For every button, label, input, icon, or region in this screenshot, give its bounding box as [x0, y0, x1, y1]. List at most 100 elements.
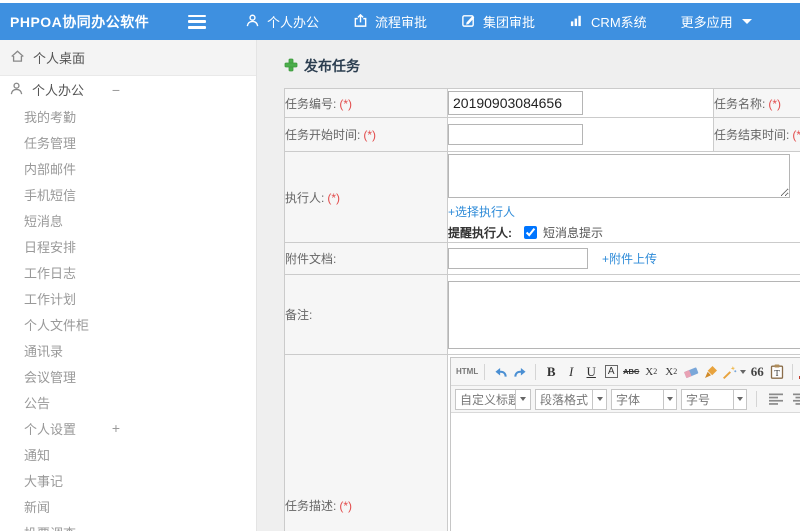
sidebar-item-news[interactable]: 新闻 — [0, 493, 256, 519]
submit-approval-icon — [353, 13, 368, 31]
sidebar-item-desktop[interactable]: 个人桌面 — [0, 40, 256, 76]
topbar: PHPOA协同办公软件 个人办公 流程审批 集团审批 CRM系统 更多应用 — [0, 3, 800, 40]
sidebar-item-attendance[interactable]: 我的考勤 — [0, 103, 256, 129]
undo-icon[interactable] — [491, 362, 509, 382]
sidebar-item-label: 工作日志 — [24, 265, 77, 281]
app-brand: PHPOA协同办公软件 — [10, 13, 150, 30]
align-center-icon[interactable] — [791, 389, 800, 409]
format-painter-icon[interactable] — [702, 362, 720, 382]
sidebar-item-label: 会议管理 — [24, 369, 77, 385]
executor-label: 执行人: (*) — [284, 151, 448, 243]
sidebar-item-label: 工作计划 — [24, 291, 77, 307]
sidebar-item-announcement[interactable]: 公告 — [0, 389, 256, 415]
executor-textarea[interactable] — [448, 153, 790, 198]
svg-text:T: T — [775, 369, 781, 378]
sidebar-item-partial[interactable]: 投票调查 — [0, 519, 256, 531]
remark-label: 备注: — [284, 274, 448, 355]
sidebar: 个人桌面 个人办公 − 我的考勤 任务管理 内部邮件 手机短信 短消息 日程安排… — [0, 40, 257, 531]
sidebar-item-schedule[interactable]: 日程安排 — [0, 233, 256, 259]
main-content: 发布任务 任务编号:(*) 任务名称:(*) 任务开始时间:(*) 任务结束时间… — [257, 40, 800, 531]
attachment-upload-link[interactable]: +附件上传 — [602, 250, 657, 267]
caret-down-icon — [592, 389, 606, 409]
sidebar-item-label: 个人办公 — [32, 83, 85, 98]
sidebar-item-file-cabinet[interactable]: 个人文件柜 — [0, 311, 256, 337]
topnav-item-crm[interactable]: CRM系统 — [552, 3, 664, 40]
sidebar-item-label: 投票调查 — [24, 523, 76, 531]
sidebar-item-memorabilia[interactable]: 大事记 — [0, 467, 256, 493]
sidebar-item-personal-settings[interactable]: 个人设置 + — [0, 415, 256, 441]
plus-icon — [284, 58, 298, 75]
topnav-label: 流程审批 — [375, 15, 428, 30]
editor-toolbar-row2: 自定义标题 段落格式 字体 字号 — [451, 386, 800, 413]
collapse-icon[interactable]: − — [108, 76, 124, 103]
caret-down-icon — [663, 389, 676, 409]
superscript-button[interactable]: X2 — [642, 362, 660, 382]
eraser-icon[interactable] — [682, 362, 700, 382]
sidebar-item-meeting[interactable]: 会议管理 — [0, 363, 256, 389]
italic-button[interactable]: I — [562, 362, 580, 382]
remark-textarea[interactable] — [448, 280, 800, 349]
sidebar-item-short-message[interactable]: 短消息 — [0, 207, 256, 233]
sidebar-item-label: 大事记 — [24, 473, 64, 489]
html-source-button[interactable]: HTML — [456, 362, 478, 382]
page-title: 发布任务 — [284, 54, 800, 78]
font-frame-button[interactable]: A — [602, 362, 620, 382]
paste-as-text-icon[interactable]: T — [768, 362, 786, 382]
paragraph-format-dropdown[interactable]: 段落格式 — [535, 388, 607, 410]
task-name-label: 任务名称: (*) — [713, 88, 800, 118]
sms-remind-text: 短消息提示 — [543, 225, 604, 240]
subscript-button[interactable]: X2 — [662, 362, 680, 382]
sidebar-item-label: 日程安排 — [24, 239, 77, 255]
topnav-label: 集团审批 — [483, 15, 536, 30]
sidebar-item-label: 内部邮件 — [24, 161, 77, 177]
topnav-item-group-approval[interactable]: 集团审批 — [444, 3, 552, 40]
underline-button[interactable]: U — [582, 362, 600, 382]
user-icon — [9, 81, 24, 99]
topnav-item-personal-office[interactable]: 个人办公 — [228, 3, 336, 40]
sidebar-item-contacts[interactable]: 通讯录 — [0, 337, 256, 363]
sidebar-item-label: 手机短信 — [24, 187, 77, 203]
select-executor-link[interactable]: +选择执行人 — [448, 205, 515, 219]
strikethrough-button[interactable]: ABC — [622, 362, 640, 382]
custom-title-dropdown[interactable]: 自定义标题 — [455, 388, 531, 410]
sidebar-item-internal-mail[interactable]: 内部邮件 — [0, 155, 256, 181]
user-icon — [245, 13, 260, 31]
font-family-dropdown[interactable]: 字体 — [611, 388, 677, 410]
font-size-dropdown[interactable]: 字号 — [681, 388, 747, 410]
sidebar-item-label: 任务管理 — [24, 135, 77, 151]
sidebar-item-task-management[interactable]: 任务管理 — [0, 129, 256, 155]
sidebar-item-mobile-sms[interactable]: 手机短信 — [0, 181, 256, 207]
caret-down-icon — [741, 19, 752, 24]
attachment-label: 附件文档: — [284, 242, 448, 275]
task-no-label: 任务编号: (*) — [284, 88, 448, 118]
editor-content-area[interactable] — [451, 413, 800, 531]
magic-wand-icon[interactable] — [722, 362, 747, 382]
sidebar-item-label: 通讯录 — [24, 343, 64, 359]
blockquote-button[interactable]: 66 — [748, 362, 766, 382]
hamburger-menu-icon[interactable] — [188, 14, 206, 29]
attachment-input[interactable] — [448, 248, 588, 269]
task-form-table: 任务编号:(*) 任务名称:(*) 任务开始时间:(*) 任务结束时间:(*) … — [284, 88, 800, 531]
rich-text-editor: HTML B I U A ABC X 2 X 2 66 T 自定义标题 段落格式… — [450, 357, 800, 531]
topnav-label: 更多应用 — [680, 15, 733, 30]
sidebar-item-notice[interactable]: 通知 — [0, 441, 256, 467]
bold-button[interactable]: B — [542, 362, 560, 382]
expand-icon[interactable]: + — [108, 415, 124, 441]
topnav-item-more-apps[interactable]: 更多应用 — [664, 3, 769, 40]
sms-remind-checkbox[interactable] — [524, 225, 537, 239]
sidebar-item-label: 我的考勤 — [24, 109, 77, 125]
edit-approval-icon — [461, 13, 476, 31]
topnav-item-workflow-approval[interactable]: 流程审批 — [336, 3, 444, 40]
redo-icon[interactable] — [511, 362, 529, 382]
task-no-input[interactable] — [448, 91, 583, 115]
sidebar-item-work-plan[interactable]: 工作计划 — [0, 285, 256, 311]
align-left-icon[interactable] — [767, 389, 785, 409]
sidebar-item-label: 个人桌面 — [33, 51, 86, 66]
sidebar-item-personal-office[interactable]: 个人办公 − — [0, 76, 256, 103]
sidebar-item-work-log[interactable]: 工作日志 — [0, 259, 256, 285]
description-label: 任务描述: (*) — [284, 354, 448, 531]
page-title-text: 发布任务 — [304, 58, 360, 74]
start-time-input[interactable] — [448, 124, 583, 145]
editor-toolbar-row1: HTML B I U A ABC X 2 X 2 66 T — [451, 358, 800, 386]
sidebar-item-label: 新闻 — [24, 499, 51, 515]
